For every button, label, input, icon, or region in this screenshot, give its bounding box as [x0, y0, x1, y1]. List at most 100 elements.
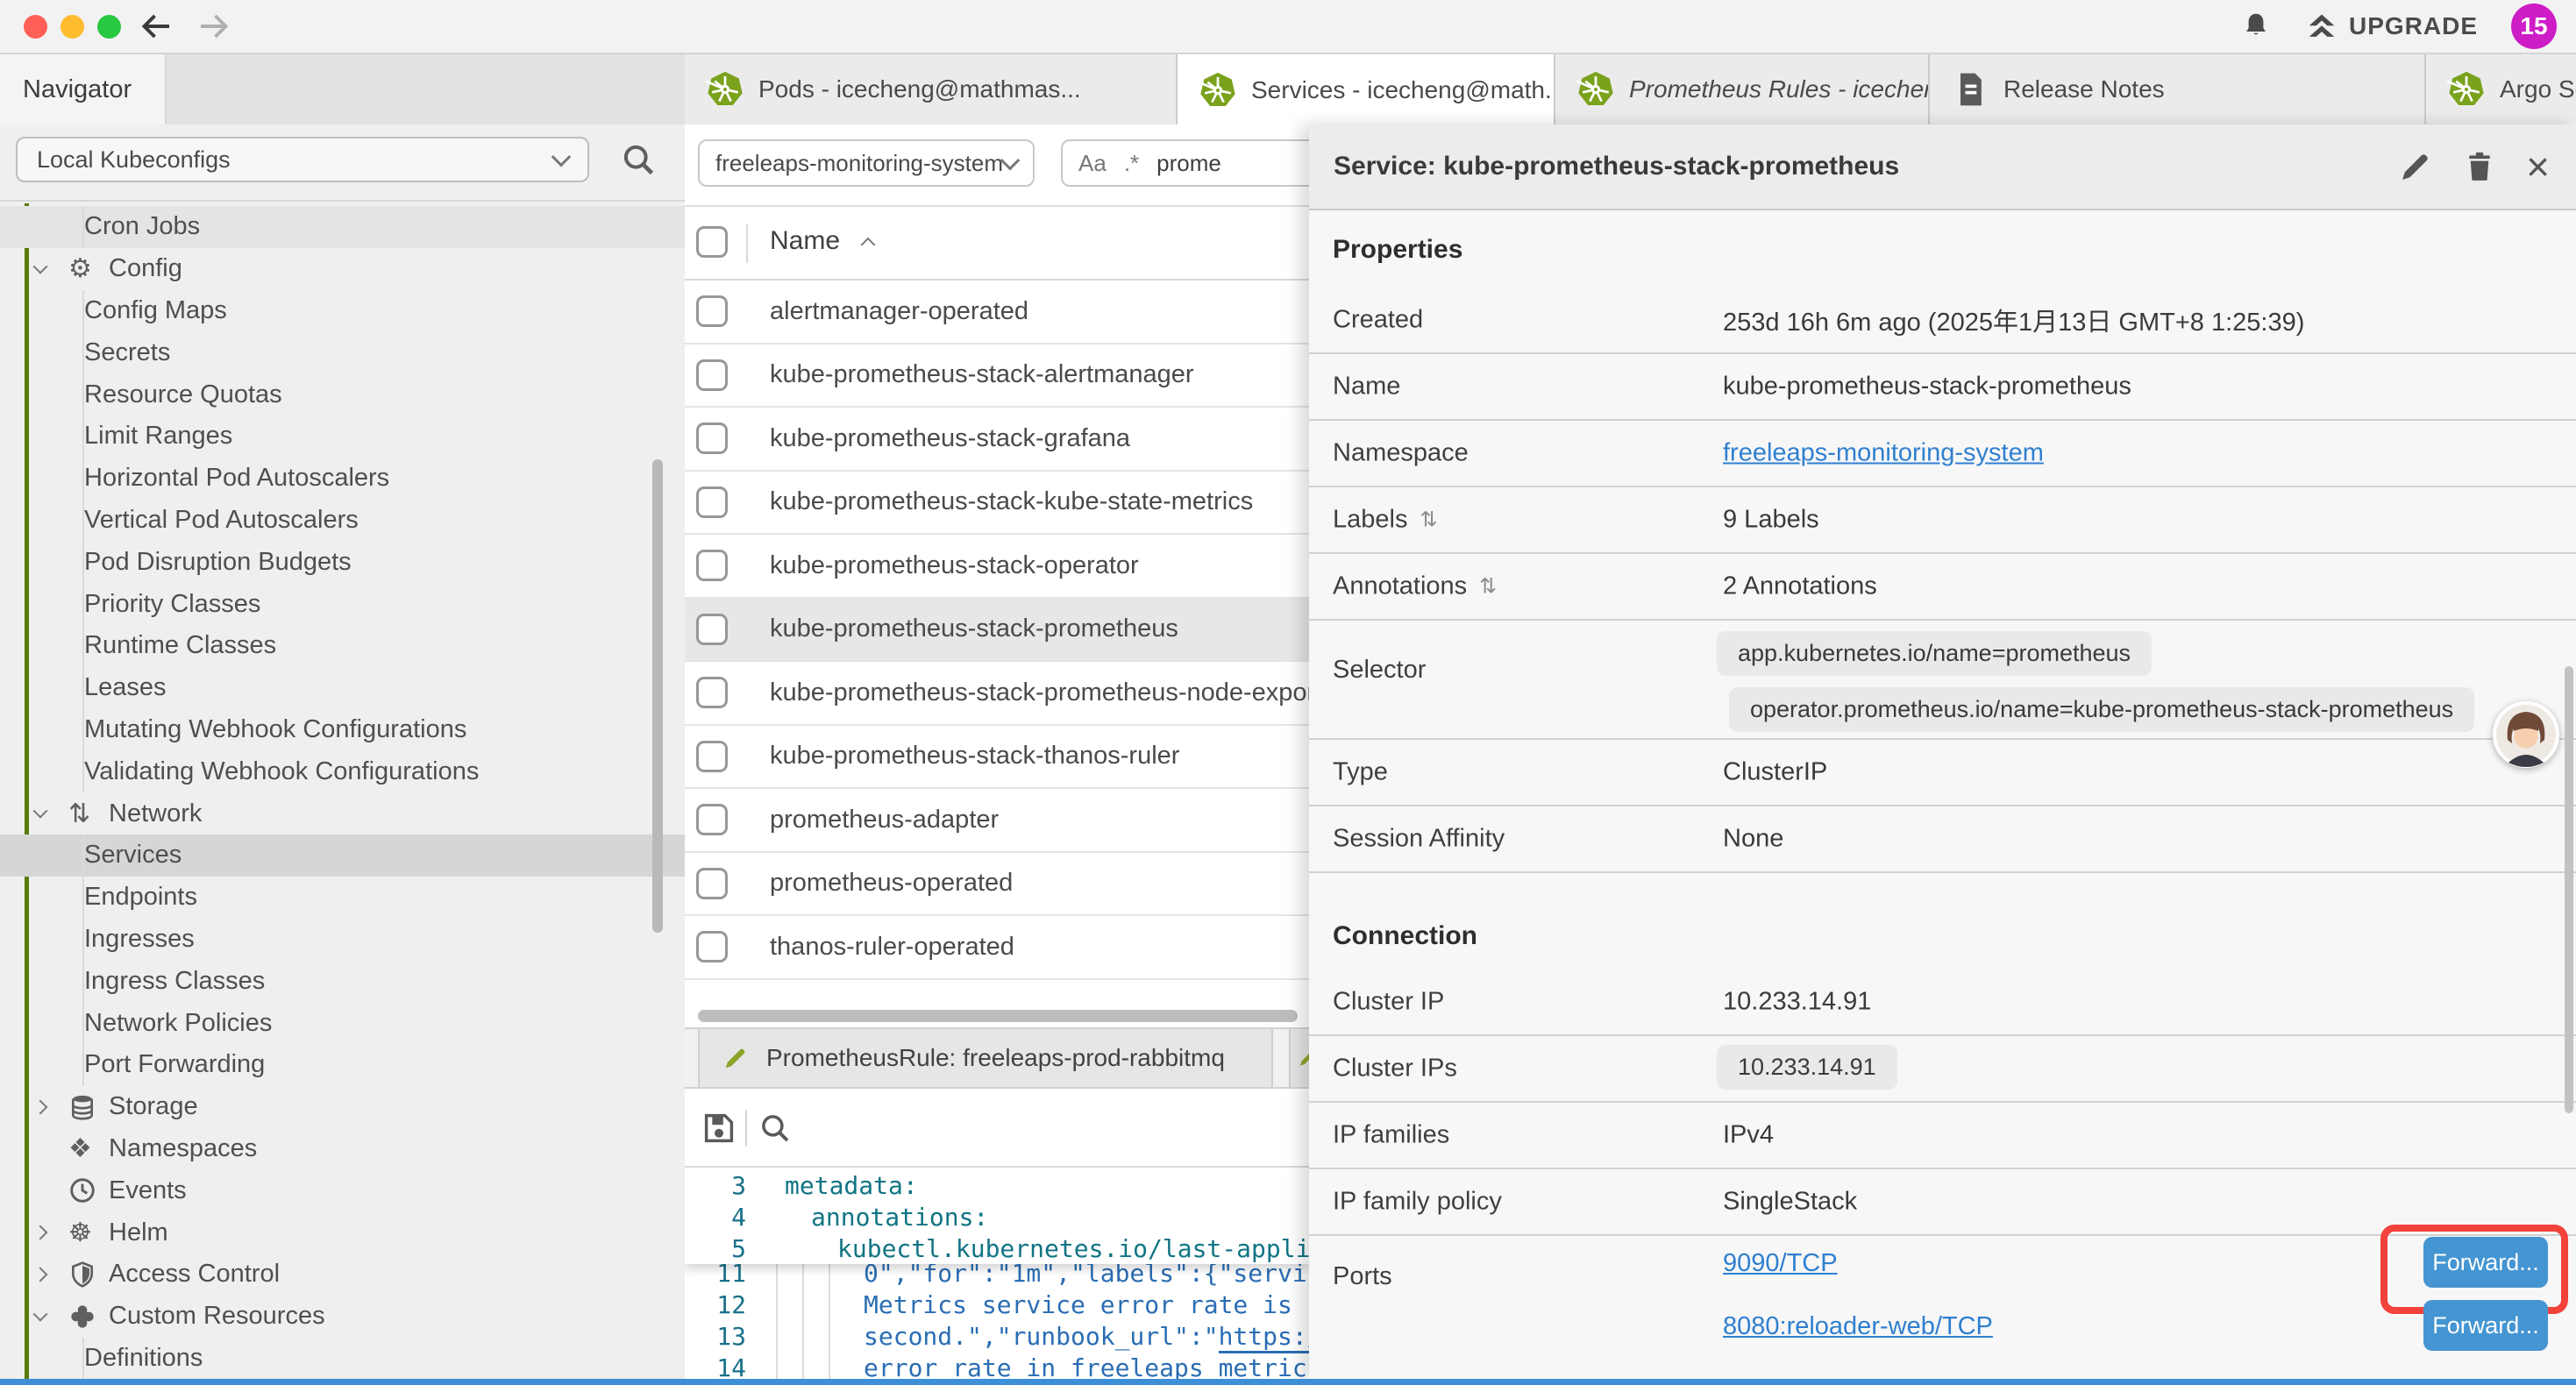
- row-checkbox[interactable]: [696, 550, 728, 581]
- close-icon[interactable]: ×: [2526, 146, 2550, 187]
- row-checkbox[interactable]: [696, 487, 728, 518]
- sidebar-item-endpoints[interactable]: Endpoints: [0, 877, 685, 919]
- row-checkbox[interactable]: [696, 614, 728, 645]
- resource-search-input[interactable]: Aa .* prome: [1061, 139, 1309, 187]
- tab-prometheus-rules-icecheng[interactable]: Prometheus Rules - icecheng...: [1555, 54, 1930, 124]
- forward-button[interactable]: Forward...: [2423, 1300, 2548, 1351]
- sidebar-item-network[interactable]: ⇅Network: [0, 792, 685, 835]
- kubeconfig-selector[interactable]: Local Kubeconfigs: [16, 137, 589, 182]
- table-row[interactable]: kube-prometheus-stack-prometheus: [685, 599, 1309, 663]
- table-row[interactable]: prometheus-operated: [685, 853, 1309, 917]
- traffic-light-zoom[interactable]: [97, 15, 121, 39]
- chevron-down-icon[interactable]: [35, 808, 68, 819]
- row-checkbox[interactable]: [696, 359, 728, 391]
- horizontal-scrollbar[interactable]: [698, 1010, 1298, 1022]
- case-sensitive-toggle[interactable]: Aa: [1078, 150, 1107, 177]
- namespace-filter-dropdown[interactable]: freeleaps-monitoring-system: [698, 139, 1035, 187]
- forward-button[interactable]: Forward...: [2423, 1237, 2548, 1288]
- select-all-checkbox[interactable]: [696, 226, 728, 258]
- tab-release-notes[interactable]: Release Notes: [1930, 54, 2426, 124]
- row-checkbox[interactable]: [696, 804, 728, 835]
- table-row[interactable]: kube-prometheus-stack-operator: [685, 535, 1309, 599]
- back-arrow-icon[interactable]: [139, 11, 174, 42]
- regex-toggle[interactable]: .*: [1124, 150, 1139, 177]
- port-link[interactable]: 8080:reloader-web/TCP: [1723, 1312, 1993, 1341]
- sidebar-item-config-maps[interactable]: Config Maps: [0, 290, 685, 332]
- sidebar-item-priority-classes[interactable]: Priority Classes: [0, 583, 685, 625]
- editor-tab[interactable]: PrometheusRule: freeleaps-prod-rabbitmq: [698, 1029, 1273, 1087]
- edit-icon[interactable]: [2398, 149, 2433, 184]
- traffic-light-minimize[interactable]: [60, 15, 84, 39]
- sidebar-scrollbar[interactable]: [652, 459, 663, 933]
- sidebar-item-pod-disruption-budgets[interactable]: Pod Disruption Budgets: [0, 541, 685, 583]
- chevron-right-icon[interactable]: [35, 1102, 68, 1112]
- sidebar-item-namespaces[interactable]: ❖Namespaces: [0, 1128, 685, 1170]
- sidebar-item-resource-quotas[interactable]: Resource Quotas: [0, 373, 685, 416]
- sidebar-item-limit-ranges[interactable]: Limit Ranges: [0, 416, 685, 458]
- save-icon[interactable]: [699, 1108, 739, 1148]
- sidebar-item-ingresses[interactable]: Ingresses: [0, 919, 685, 961]
- row-checkbox[interactable]: [696, 868, 728, 899]
- forward-arrow-icon[interactable]: [196, 11, 231, 42]
- detail-row-labels: Labels⇅9 Labels: [1309, 487, 2576, 554]
- sidebar-item-cron-jobs[interactable]: Cron Jobs: [0, 206, 685, 248]
- sidebar-search-icon[interactable]: [619, 140, 658, 179]
- port-link[interactable]: 9090/TCP: [1723, 1249, 1838, 1278]
- sidebar-item-secrets[interactable]: Secrets: [0, 331, 685, 373]
- row-checkbox[interactable]: [696, 931, 728, 962]
- sidebar-item-runtime-classes[interactable]: Runtime Classes: [0, 625, 685, 667]
- sort-toggle-icon[interactable]: ⇅: [1420, 508, 1437, 533]
- sidebar-item-services[interactable]: Services: [0, 835, 685, 877]
- tab-argo-se[interactable]: Argo Se: [2426, 54, 2576, 124]
- sidebar-item-port-forwarding[interactable]: Port Forwarding: [0, 1044, 685, 1086]
- editor-search-icon[interactable]: [757, 1110, 793, 1147]
- notification-badge[interactable]: 15: [2511, 4, 2557, 49]
- table-row[interactable]: kube-prometheus-stack-thanos-ruler: [685, 726, 1309, 790]
- traffic-light-close[interactable]: [24, 15, 47, 39]
- table-row[interactable]: thanos-ruler-operated: [685, 916, 1309, 980]
- table-row[interactable]: alertmanager-operated: [685, 281, 1309, 344]
- sidebar-item-mutating-webhook-configurations[interactable]: Mutating Webhook Configurations: [0, 709, 685, 751]
- sidebar-item-config[interactable]: ⚙Config: [0, 248, 685, 290]
- navigator-panel-tab[interactable]: Navigator: [0, 54, 167, 124]
- sidebar-item-vertical-pod-autoscalers[interactable]: Vertical Pod Autoscalers: [0, 500, 685, 542]
- code-link[interactable]: https://net: [1219, 1322, 1309, 1353]
- delete-icon[interactable]: [2463, 148, 2496, 185]
- yaml-editor[interactable]: 110","for":"1m","labels":{"service":"12M…: [685, 1168, 1309, 1379]
- chevron-right-icon[interactable]: [35, 1227, 68, 1238]
- sidebar-item-ingress-classes[interactable]: Ingress Classes: [0, 960, 685, 1002]
- table-row[interactable]: prometheus-adapter: [685, 789, 1309, 853]
- editor-tab-partial[interactable]: [1289, 1029, 1309, 1087]
- sidebar-item-storage[interactable]: Storage: [0, 1086, 685, 1128]
- sort-toggle-icon[interactable]: ⇅: [1479, 574, 1497, 600]
- tab-services-icecheng-math[interactable]: Services - icecheng@math...×: [1178, 54, 1555, 126]
- sidebar-item-access-control[interactable]: Access Control: [0, 1254, 685, 1296]
- upgrade-button[interactable]: UPGRADE: [2305, 10, 2478, 43]
- sidebar-item-events[interactable]: Events: [0, 1169, 685, 1211]
- bell-icon[interactable]: [2240, 10, 2272, 43]
- sidebar-item-network-policies[interactable]: Network Policies: [0, 1002, 685, 1044]
- chevron-down-icon[interactable]: [35, 1311, 68, 1322]
- sidebar-item-helm[interactable]: ☸Helm: [0, 1211, 685, 1254]
- sidebar-item-validating-webhook-configurations[interactable]: Validating Webhook Configurations: [0, 750, 685, 792]
- column-header-name[interactable]: Name: [770, 226, 873, 256]
- sidebar-item-horizontal-pod-autoscalers[interactable]: Horizontal Pod Autoscalers: [0, 458, 685, 500]
- chevron-down-icon[interactable]: [35, 264, 68, 274]
- row-checkbox[interactable]: [696, 423, 728, 454]
- detail-scrollbar[interactable]: [2565, 666, 2573, 1113]
- chevron-right-icon[interactable]: [35, 1269, 68, 1280]
- table-row[interactable]: kube-prometheus-stack-prometheus-node-ex…: [685, 662, 1309, 726]
- table-row[interactable]: kube-prometheus-stack-grafana: [685, 408, 1309, 472]
- sidebar-item-leases[interactable]: Leases: [0, 667, 685, 709]
- avatar[interactable]: [2493, 701, 2559, 768]
- namespace-link[interactable]: freeleaps-monitoring-system: [1723, 439, 2044, 467]
- row-checkbox[interactable]: [696, 741, 728, 772]
- table-row[interactable]: kube-prometheus-stack-alertmanager: [685, 344, 1309, 408]
- row-checkbox[interactable]: [696, 677, 728, 708]
- sidebar-item-custom-resources[interactable]: Custom Resources: [0, 1296, 685, 1338]
- tab-pods-icecheng-mathmas[interactable]: Pods - icecheng@mathmas...: [685, 54, 1178, 124]
- row-checkbox[interactable]: [696, 295, 728, 327]
- table-row[interactable]: kube-prometheus-stack-kube-state-metrics: [685, 472, 1309, 536]
- row-value: ClusterIP: [1723, 758, 1827, 787]
- sidebar-item-definitions[interactable]: Definitions: [0, 1338, 685, 1379]
